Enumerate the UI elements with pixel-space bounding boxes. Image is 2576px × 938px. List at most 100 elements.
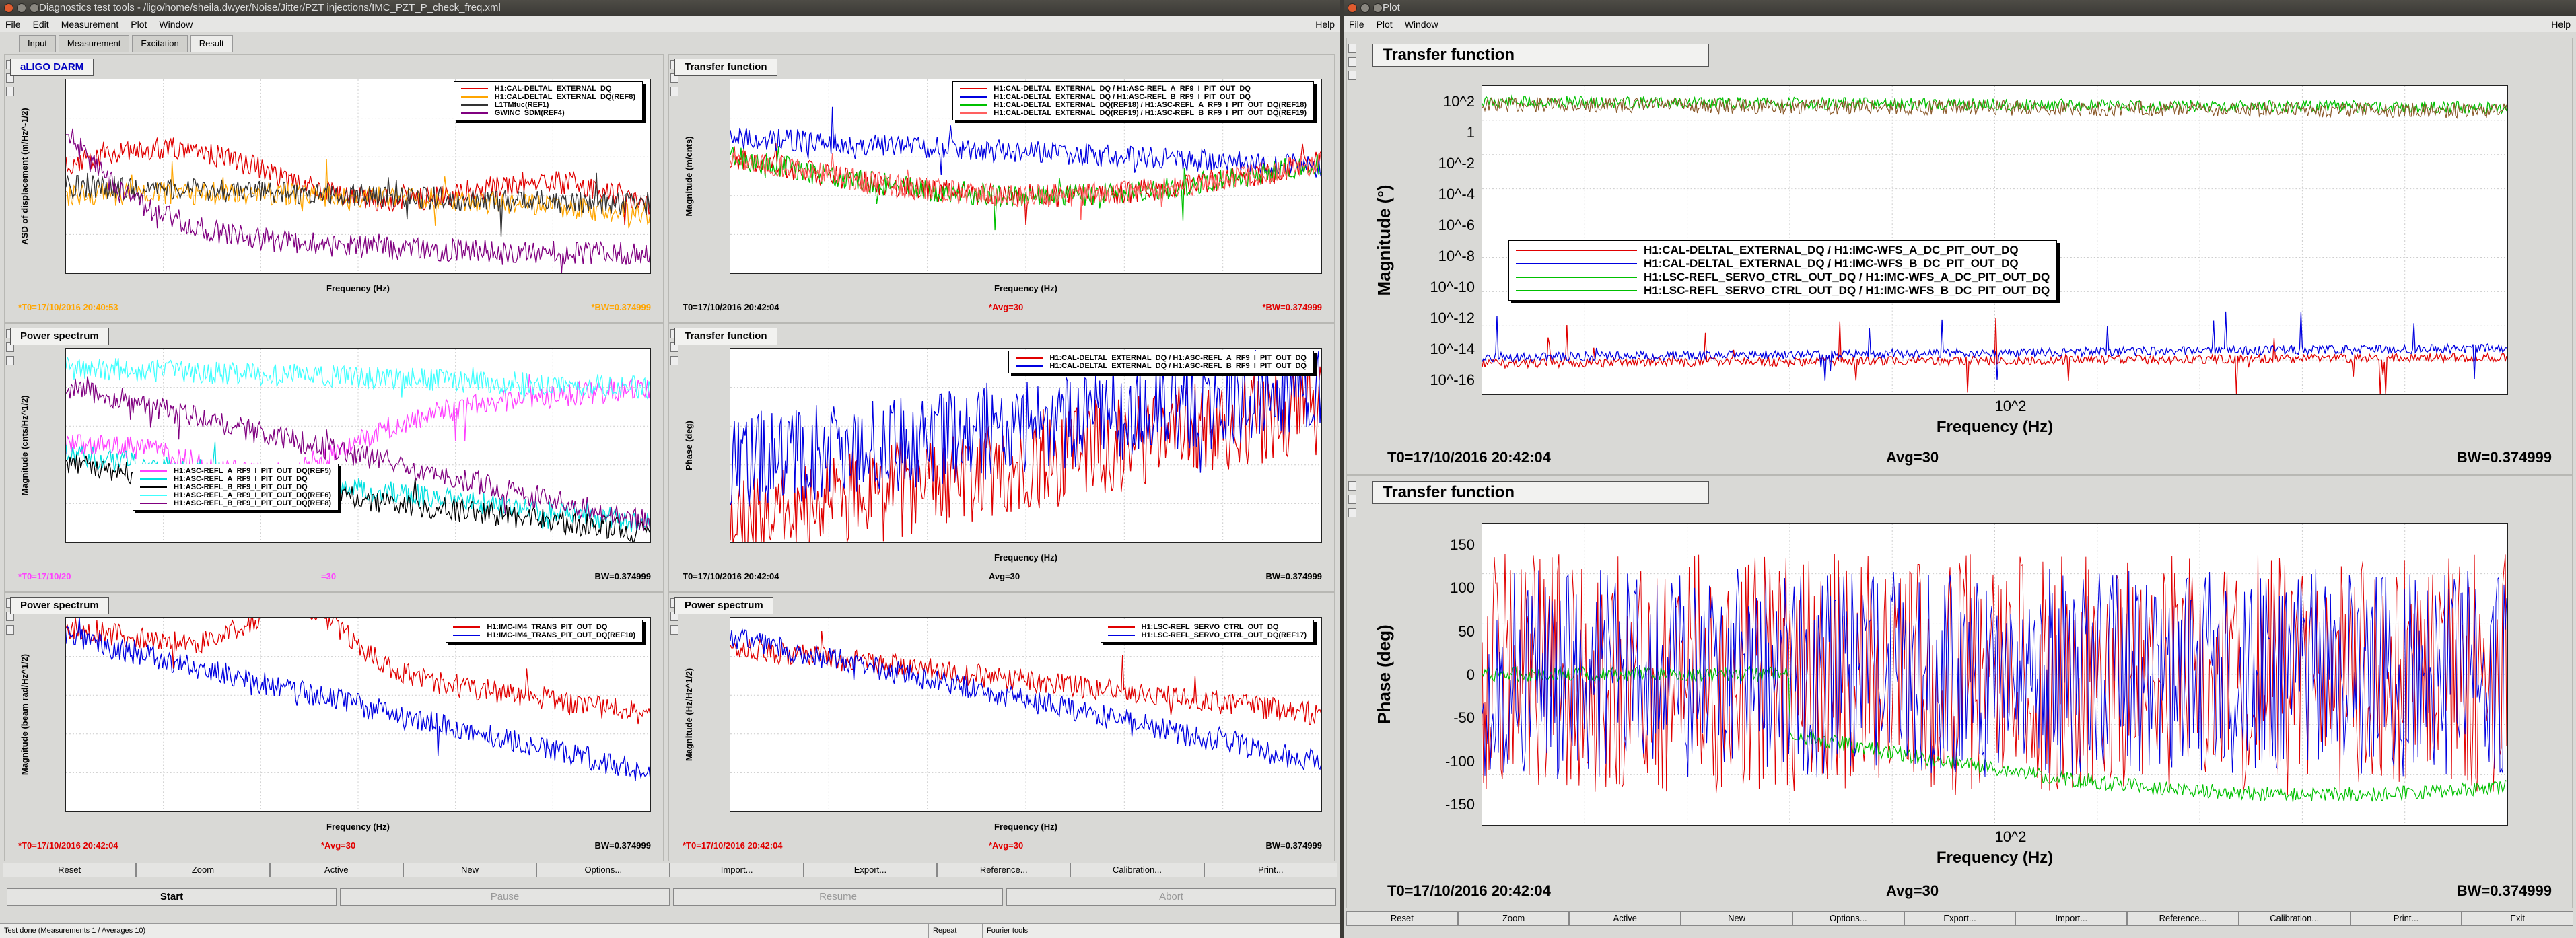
panel-arrow-icon[interactable] [1348,44,1356,53]
y-tick-label: 10^-14 [1430,340,1475,357]
x-axis-label: Frequency (Hz) [994,283,1057,293]
plot-button-reset[interactable]: Reset [3,863,137,877]
plot-button-new[interactable]: New [1681,911,1792,926]
plot-button-zoom[interactable]: Zoom [136,863,270,877]
start-button[interactable]: Start [7,888,337,906]
pause-button[interactable]: Pause [340,888,670,906]
plot-button-options[interactable]: Options... [1792,911,1904,926]
legend-swatch [960,104,987,106]
panel-arrow-icon[interactable] [670,87,678,96]
plot-window: Plot File Plot Window Help Transfer func… [1344,0,2576,938]
plot-button-export[interactable]: Export... [1904,911,2016,926]
plot-legend[interactable]: H1:LSC-REFL_SERVO_CTRL_OUT_DQ H1:LSC-REFL… [1100,620,1314,643]
plot-legend[interactable]: H1:CAL-DELTAL_EXTERNAL_DQ / H1:ASC-REFL_… [952,81,1314,120]
close-icon[interactable] [1348,3,1357,13]
plot-button-calibration[interactable]: Calibration... [1070,863,1204,877]
footer-avg: *Avg=30 [989,302,1024,312]
panel-arrow-icon[interactable] [1348,57,1356,67]
footer-t0: T0=17/10/2016 20:42:04 [683,571,779,581]
legend-label: H1:ASC-REFL_A_RF9_I_PIT_OUT_DQ(REF5) [174,467,332,475]
plot-area[interactable] [730,348,1322,543]
panel-arrow-icon[interactable] [6,87,14,96]
plot-button-print[interactable]: Print... [1204,863,1337,877]
menu-plot[interactable]: Plot [131,16,147,32]
plot-button-print[interactable]: Print... [2350,911,2462,926]
footer-t0: *T0=17/10/2016 20:42:04 [683,840,783,851]
plot-button-import[interactable]: Import... [670,863,804,877]
plot-panel: Power spectrum H1:ASC-REFL_A_RF9_I_PIT_OU… [4,323,664,592]
legend-item: H1:CAL-DELTAL_EXTERNAL_DQ / H1:IMC-WFS_B… [1516,257,2050,270]
plot-button-options[interactable]: Options... [536,863,670,877]
legend-label: H1:ASC-REFL_A_RF9_I_PIT_OUT_DQ(REF6) [174,491,332,499]
tab-measurement[interactable]: Measurement [58,35,130,52]
maximize-icon[interactable] [1373,3,1383,13]
legend-label: H1:CAL-DELTAL_EXTERNAL_DQ / H1:IMC-WFS_A… [1644,244,2019,256]
plot-button-active[interactable]: Active [1569,911,1681,926]
menu-window[interactable]: Window [1405,16,1438,32]
window-titlebar[interactable]: Diagnostics test tools - /ligo/home/shei… [0,0,1340,16]
legend-label: GWINC_SDM(REF4) [494,109,565,117]
abort-button[interactable]: Abort [1006,888,1336,906]
window-titlebar[interactable]: Plot [1344,0,2576,16]
plot-button-reference[interactable]: Reference... [937,863,1071,877]
series-line [1482,569,2507,779]
legend-swatch [140,495,167,496]
plot-panel: Transfer function 10^2 1 10^-2 10^-4 10^-6 10^… [1346,38,2573,475]
plot-button-import[interactable]: Import... [2015,911,2128,926]
plot-legend[interactable]: H1:IMC-IM4_TRANS_PIT_OUT_DQ H1:IMC-IM4_TR… [446,620,643,643]
legend-swatch [1016,357,1043,359]
plot-area[interactable] [65,617,651,812]
plot-button-export[interactable]: Export... [803,863,938,877]
panel-title: Power spectrum [10,597,109,614]
menu-file[interactable]: File [1349,16,1364,32]
panel-arrow-icon[interactable] [1348,508,1356,517]
minimize-icon[interactable] [17,3,26,13]
panel-arrow-icon[interactable] [1348,71,1356,80]
menu-edit[interactable]: Edit [33,16,49,32]
x-axis-label: Frequency (Hz) [326,283,390,293]
plot-svg [1482,524,2507,825]
resume-button[interactable]: Resume [673,888,1003,906]
plot-legend[interactable]: H1:CAL-DELTAL_EXTERNAL_DQ / H1:ASC-REFL_… [1008,351,1314,373]
plot-legend[interactable]: H1:CAL-DELTAL_EXTERNAL_DQ H1:CAL-DELTAL_E… [453,81,643,120]
footer-t0: T0=17/10/2016 20:42:04 [1387,882,1551,899]
legend-item: H1:IMC-IM4_TRANS_PIT_OUT_DQ(REF10) [453,631,635,639]
plot-button-zoom[interactable]: Zoom [1457,911,1570,926]
panel-arrow-icon[interactable] [670,625,678,635]
plot-button-exit[interactable]: Exit [2462,911,2574,926]
legend-swatch [1516,290,1637,291]
minimize-icon[interactable] [1360,3,1370,13]
plot-button-reference[interactable]: Reference... [2127,911,2239,926]
panel-title: Transfer function [1372,481,1709,504]
legend-swatch [1516,277,1637,278]
menu-window[interactable]: Window [159,16,193,32]
legend-item: H1:CAL-DELTAL_EXTERNAL_DQ / H1:ASC-REFL_… [1016,362,1307,370]
legend-item: H1:LSC-REFL_SERVO_CTRL_OUT_DQ / H1:IMC-W… [1516,270,2050,284]
menu-help[interactable]: Help [1315,16,1335,32]
footer-bw: BW=0.374999 [1265,840,1322,851]
plot-button-reset[interactable]: Reset [1346,911,1458,926]
plot-legend[interactable]: H1:CAL-DELTAL_EXTERNAL_DQ / H1:IMC-WFS_A… [1508,240,2058,301]
panel-arrow-icon[interactable] [1348,495,1356,504]
panel-arrow-icon[interactable] [670,356,678,365]
status-message: Test done (Measurements 1 / Averages 10) [0,924,929,938]
plot-legend[interactable]: H1:ASC-REFL_A_RF9_I_PIT_OUT_DQ(REF5) H1:A… [133,464,339,511]
menu-plot[interactable]: Plot [1377,16,1393,32]
plot-area[interactable] [65,348,651,543]
panel-arrow-icon[interactable] [6,625,14,635]
menu-file[interactable]: File [5,16,21,32]
plot-button-calibration[interactable]: Calibration... [2238,911,2351,926]
plot-button-new[interactable]: New [403,863,537,877]
panel-arrow-icon[interactable] [6,356,14,365]
menu-help[interactable]: Help [2551,16,2571,32]
tab-excitation[interactable]: Excitation [132,35,188,52]
tab-input[interactable]: Input [19,35,56,52]
panel-arrow-icon[interactable] [1348,481,1356,491]
maximize-icon[interactable] [30,3,39,13]
menu-measurement[interactable]: Measurement [61,16,119,32]
tab-result[interactable]: Result [190,35,233,52]
plot-area[interactable] [730,617,1322,812]
plot-area[interactable] [1482,523,2508,826]
close-icon[interactable] [4,3,13,13]
plot-button-active[interactable]: Active [269,863,403,877]
